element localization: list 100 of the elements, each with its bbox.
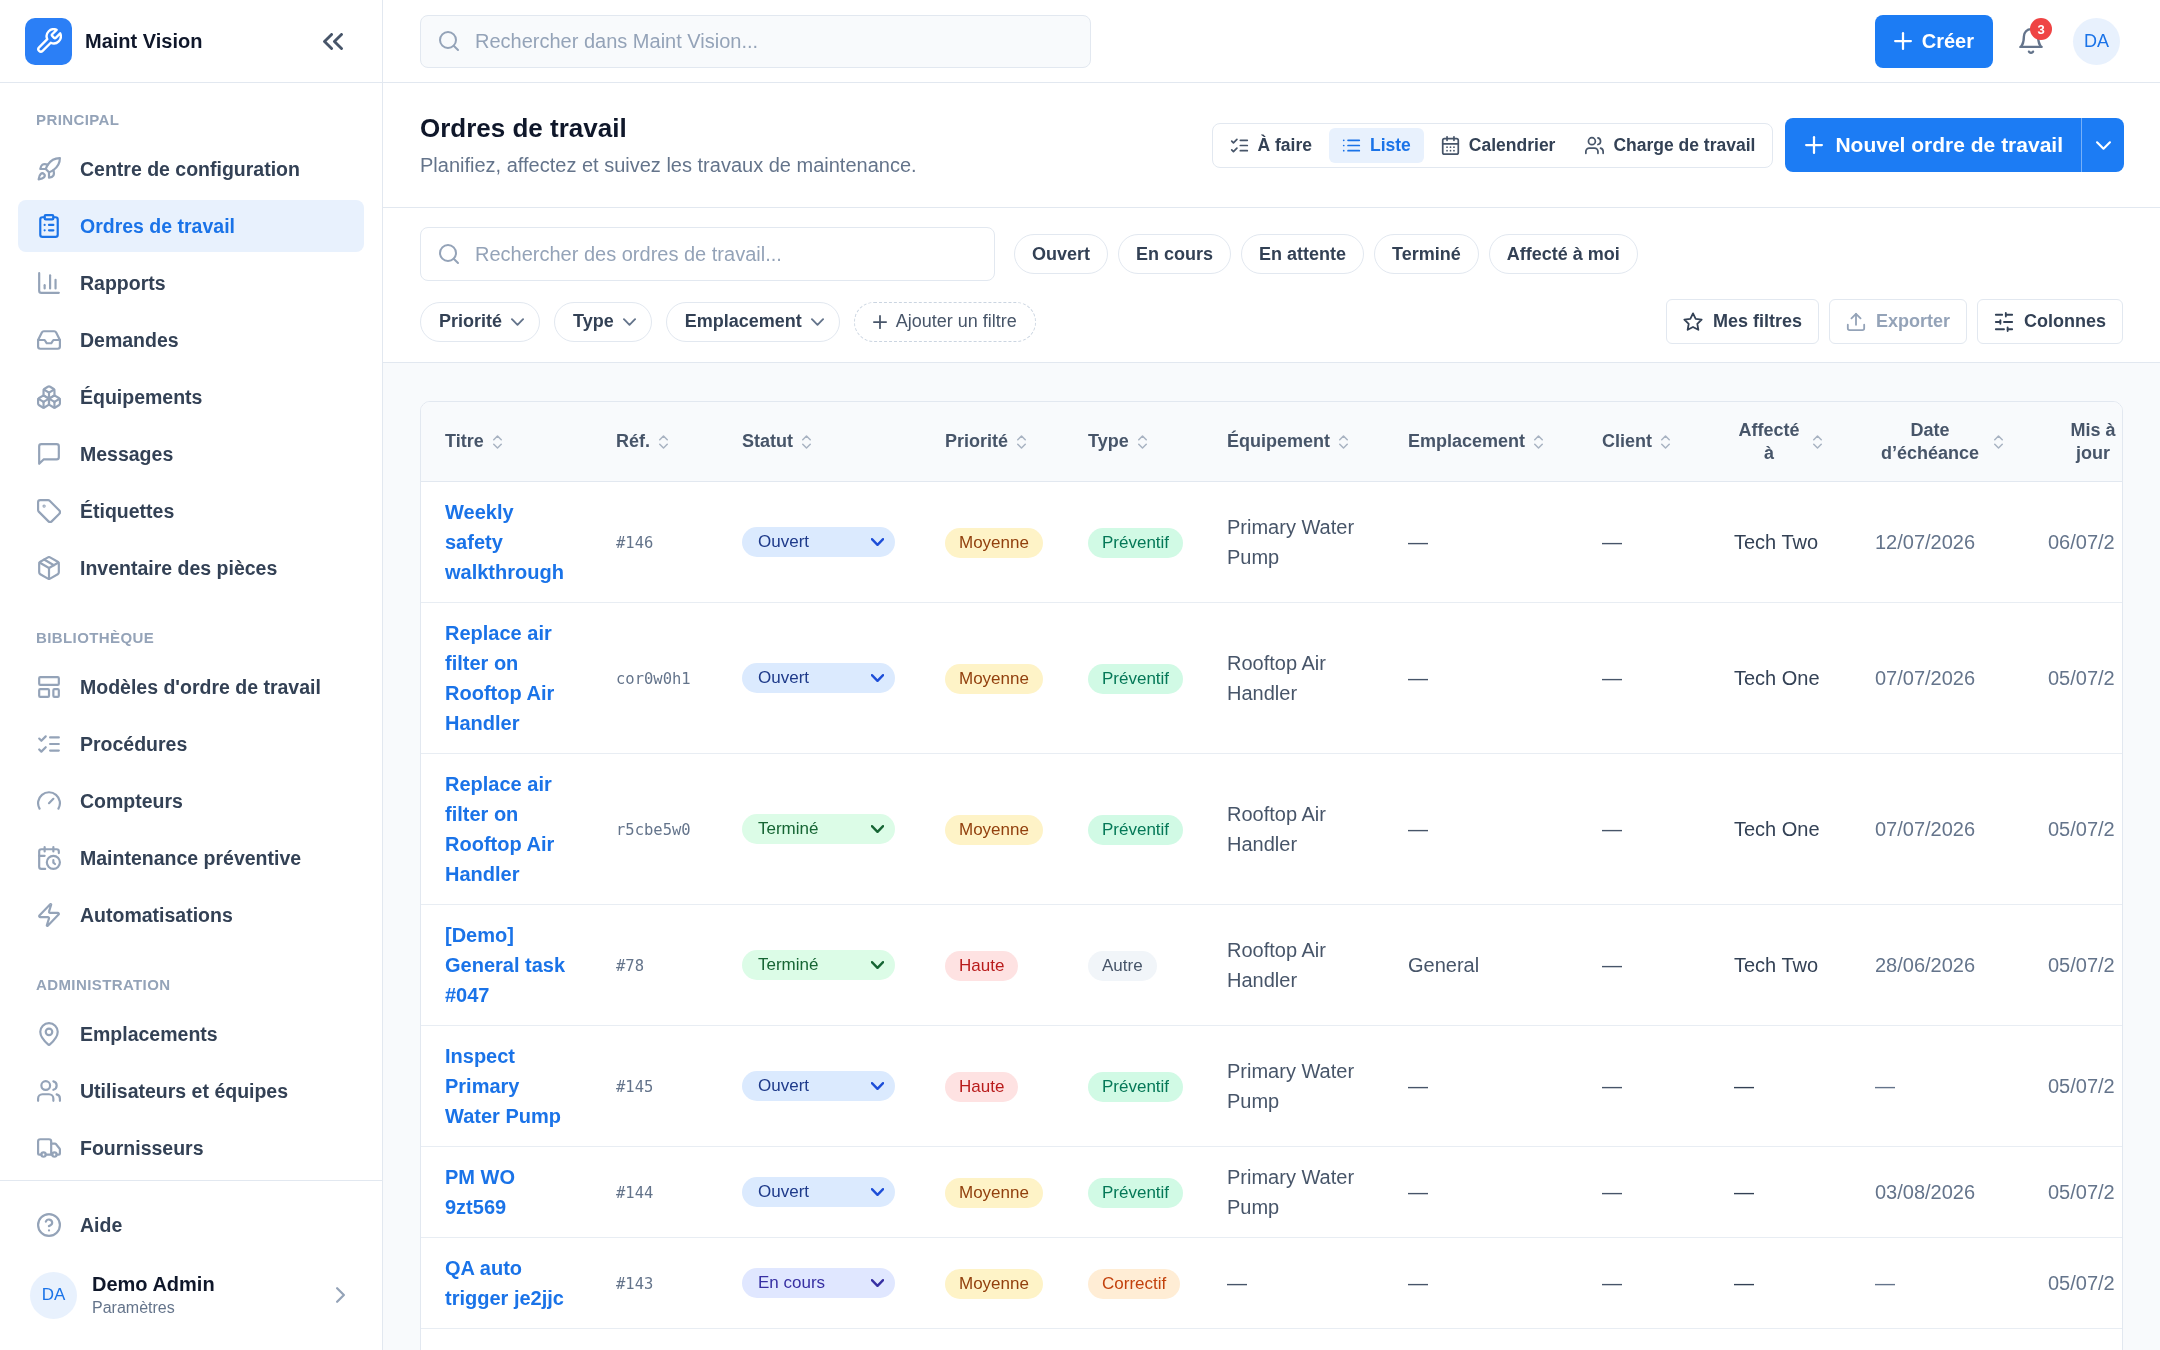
- sidebar-item[interactable]: Emplacements: [18, 1008, 364, 1060]
- add-filter-button[interactable]: Ajouter un filtre: [853, 301, 1036, 342]
- search-field[interactable]: Rechercher dans Maint Vision...: [420, 14, 1091, 68]
- lightning-icon: [37, 903, 61, 927]
- column-header[interactable]: Titre: [445, 430, 502, 453]
- search-field[interactable]: Rechercher des ordres de travail...: [420, 227, 995, 281]
- user-subtitle: Paramètres: [92, 1298, 175, 1318]
- location-text: —: [1408, 530, 1428, 555]
- filter-dropdown[interactable]: Emplacement: [665, 301, 840, 342]
- sidebar-item[interactable]: Fournisseurs: [18, 1122, 364, 1174]
- truck-icon: [37, 1136, 61, 1160]
- location-text: —: [1408, 1074, 1428, 1099]
- page-title: Ordres de travail: [420, 112, 627, 145]
- column-header[interactable]: Mis à jour: [2064, 418, 2122, 465]
- column-header[interactable]: Réf.: [616, 430, 668, 453]
- work-order-link[interactable]: QA auto trigger je2jjc: [445, 1253, 570, 1313]
- work-order-link[interactable]: Replace air filter on Rooftop Air Handler: [445, 618, 570, 738]
- sidebar-item[interactable]: Messages: [18, 428, 364, 480]
- type-tag: Préventif: [1088, 815, 1184, 845]
- columns-button[interactable]: Colonnes: [1977, 299, 2123, 344]
- more-options-button[interactable]: [2081, 118, 2124, 172]
- sidebar-item[interactable]: Maintenance préventive: [18, 832, 364, 884]
- column-header[interactable]: Type: [1088, 430, 1147, 453]
- equipment-text: Rooftop Air Handler: [1227, 802, 1327, 857]
- sidebar-item[interactable]: Modèles d'ordre de travail: [18, 661, 364, 713]
- filter-dropdown[interactable]: Priorité: [420, 301, 541, 342]
- chevron-right-icon[interactable]: [336, 1287, 345, 1303]
- filter-chip[interactable]: Terminé: [1374, 234, 1479, 274]
- sidebar-item[interactable]: Ordres de travail: [18, 200, 364, 252]
- users-icon: [37, 1079, 61, 1103]
- column-header[interactable]: Affecté à: [1734, 418, 1822, 465]
- new-work-order-button[interactable]: Nouvel ordre de travail: [1785, 118, 2081, 172]
- app-name: Maint Vision: [85, 29, 203, 53]
- sidebar-item[interactable]: Aide: [18, 1199, 364, 1251]
- status-select[interactable]: En cours: [742, 1268, 895, 1298]
- sidebar-item[interactable]: Utilisateurs et équipes: [18, 1065, 364, 1117]
- star-icon: [1682, 311, 1703, 332]
- view-tab[interactable]: Calendrier: [1427, 127, 1569, 163]
- filter-chip[interactable]: Affecté à moi: [1488, 234, 1638, 274]
- work-order-link[interactable]: Replace air filter on Rooftop Air Handler: [445, 769, 570, 889]
- status-select[interactable]: Terminé: [742, 950, 895, 980]
- equipment-text: Primary Water Pump: [1227, 1059, 1356, 1114]
- work-order-link[interactable]: Inspect Primary Water Pump: [445, 1041, 570, 1131]
- column-header[interactable]: Emplacement: [1408, 430, 1544, 453]
- priority-tag: Haute: [945, 951, 1019, 981]
- reference-text: #144: [616, 1184, 654, 1202]
- filter-chip[interactable]: Ouvert: [1014, 234, 1109, 274]
- type-tag: Préventif: [1088, 1072, 1184, 1102]
- collapse-sidebar-button[interactable]: [323, 32, 343, 50]
- sidebar-item[interactable]: Équipements: [18, 371, 364, 423]
- assignee-text: Tech Two: [1734, 953, 1819, 978]
- filter-chip[interactable]: En cours: [1118, 234, 1232, 274]
- caret-icon: [871, 961, 884, 969]
- user-avatar[interactable]: DA: [2073, 17, 2120, 65]
- view-tab[interactable]: Charge de travail: [1572, 127, 1769, 163]
- sidebar-item[interactable]: Inventaire des pièces: [18, 542, 364, 594]
- equipment-text: Primary Water Pump: [1227, 1165, 1356, 1220]
- status-select[interactable]: Ouvert: [742, 527, 895, 557]
- user-avatar: DA: [30, 1271, 77, 1319]
- column-header[interactable]: Date d’échéance: [1875, 418, 2003, 465]
- due-date-text: 07/07/2026: [1875, 666, 1976, 691]
- priority-tag: Moyenne: [945, 815, 1043, 845]
- assignee-text: —: [1734, 1074, 1754, 1099]
- search-icon: [438, 243, 460, 265]
- view-tab[interactable]: Liste: [1329, 127, 1424, 163]
- work-order-link[interactable]: [Demo] General task #047: [445, 920, 570, 1010]
- updated-date-text: 05/07/2: [2048, 817, 2115, 842]
- due-date-text: 03/08/2026: [1875, 1180, 1976, 1205]
- column-header[interactable]: Équipement: [1227, 430, 1348, 453]
- view-tab[interactable]: À faire: [1216, 127, 1325, 163]
- users-icon: [1585, 135, 1605, 155]
- filter-dropdown[interactable]: Type: [554, 301, 652, 342]
- sidebar-item[interactable]: Automatisations: [18, 889, 364, 941]
- column-header[interactable]: Priorité: [945, 430, 1027, 453]
- sidebar-item[interactable]: Rapports: [18, 257, 364, 309]
- create-button[interactable]: Créer: [1874, 14, 1993, 68]
- status-select[interactable]: Ouvert: [742, 663, 895, 693]
- due-date-text: 28/06/2026: [1875, 953, 1976, 978]
- sidebar-item[interactable]: Centre de configuration: [18, 143, 364, 195]
- status-select[interactable]: Terminé: [742, 814, 895, 844]
- updated-date-text: 05/07/2: [2048, 1180, 2115, 1205]
- status-select[interactable]: Ouvert: [742, 1177, 895, 1207]
- work-order-link[interactable]: Weekly safety walkthrough: [445, 497, 570, 587]
- work-order-link[interactable]: PM WO 9zt569: [445, 1162, 570, 1222]
- sidebar-item[interactable]: Demandes: [18, 314, 364, 366]
- section-heading: ADMINISTRATION: [36, 975, 171, 995]
- sliders-icon: [1994, 311, 2014, 332]
- sidebar-item[interactable]: Étiquettes: [18, 485, 364, 537]
- tag-icon: [37, 499, 61, 523]
- caret-icon: [871, 674, 884, 682]
- status-select[interactable]: Ouvert: [742, 1071, 895, 1101]
- sidebar-item[interactable]: Compteurs: [18, 775, 364, 827]
- column-header[interactable]: Statut: [742, 430, 811, 453]
- caret-icon: [511, 317, 525, 326]
- column-header[interactable]: Client: [1602, 430, 1670, 453]
- caret-icon: [871, 825, 884, 833]
- client-text: —: [1602, 1271, 1622, 1296]
- filter-chip[interactable]: En attente: [1241, 234, 1365, 274]
- sidebar-item[interactable]: Procédures: [18, 718, 364, 770]
- saved-filters-button[interactable]: Mes filtres: [1665, 299, 1819, 344]
